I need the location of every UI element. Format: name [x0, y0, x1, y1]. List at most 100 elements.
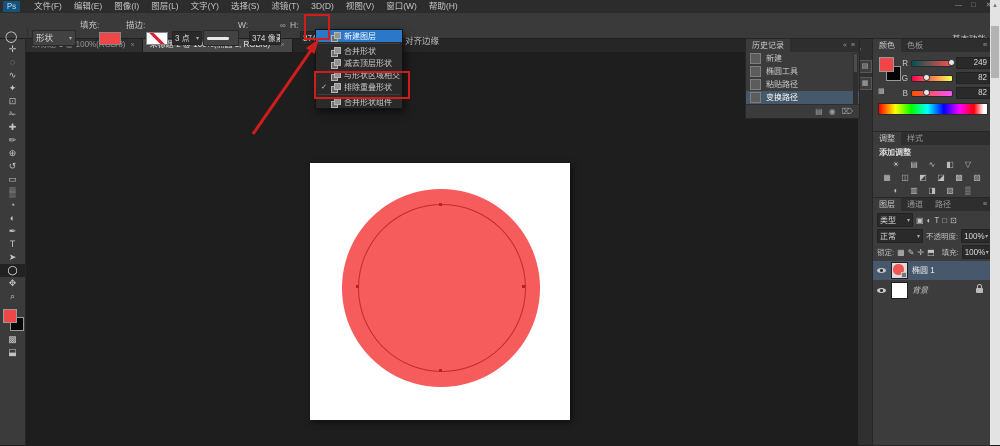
- menu-item-subtract-front-shape[interactable]: 减去顶层形状: [316, 57, 402, 69]
- invert-icon[interactable]: ◐: [890, 185, 903, 196]
- menu-file[interactable]: 文件(F): [28, 0, 68, 13]
- restore-button[interactable]: □: [966, 0, 981, 12]
- menu-filter[interactable]: 滤镜(T): [265, 0, 305, 13]
- tab-styles[interactable]: 样式: [901, 132, 929, 145]
- red-channel-slider[interactable]: [911, 60, 953, 67]
- color-lookup-icon[interactable]: ▨: [971, 172, 984, 183]
- clone-stamp-tool[interactable]: ⊕: [0, 147, 25, 160]
- menu-edit[interactable]: 编辑(E): [68, 0, 108, 13]
- red-channel-value[interactable]: 249: [956, 57, 990, 69]
- gradient-tool[interactable]: ▒: [0, 186, 25, 199]
- visibility-eye-icon[interactable]: [876, 265, 887, 276]
- collapse-panel-icon[interactable]: «: [843, 42, 847, 49]
- tab-adjustments[interactable]: 调整: [873, 132, 901, 145]
- foreground-color-swatch[interactable]: [879, 57, 894, 72]
- smart-object-filter-icon[interactable]: ⊡: [950, 216, 957, 225]
- dodge-tool[interactable]: ◐: [0, 212, 25, 225]
- layer-thumbnail[interactable]: [891, 262, 908, 279]
- path-anchor-left[interactable]: [356, 285, 359, 288]
- stroke-color-swatch[interactable]: [146, 32, 168, 45]
- blend-mode-dropdown[interactable]: 正常 ▾: [877, 229, 923, 243]
- opacity-field[interactable]: 100% ▾: [961, 229, 991, 243]
- path-anchor-bottom[interactable]: [439, 369, 442, 372]
- close-icon[interactable]: ×: [130, 42, 134, 49]
- new-snapshot-icon[interactable]: ◉: [829, 107, 836, 116]
- stroke-width-field[interactable]: 3 点 ▾: [172, 31, 202, 45]
- zoom-tool[interactable]: ⌕: [0, 290, 25, 303]
- quick-mask-button[interactable]: ▩: [0, 333, 25, 346]
- layer-row-background[interactable]: 背景: [873, 281, 991, 300]
- channel-mixer-icon[interactable]: ▩: [953, 172, 966, 183]
- tool-mode-dropdown[interactable]: 形状 ▾: [32, 30, 76, 46]
- stroke-style-dropdown[interactable]: [203, 30, 239, 46]
- history-tab[interactable]: 历史记录: [746, 39, 790, 52]
- history-state-paste-path[interactable]: 粘贴路径: [746, 78, 859, 91]
- path-anchor-right[interactable]: [522, 285, 525, 288]
- quick-selection-tool[interactable]: ✦: [0, 82, 25, 95]
- posterize-icon[interactable]: ▥: [908, 185, 921, 196]
- path-selection-tool[interactable]: ➤: [0, 251, 25, 264]
- tab-swatches[interactable]: 色板: [901, 39, 929, 52]
- blur-tool[interactable]: ◔: [0, 199, 25, 212]
- blue-channel-slider[interactable]: [911, 90, 953, 97]
- panel-menu-icon[interactable]: ≡: [983, 42, 987, 49]
- menu-3d[interactable]: 3D(D): [305, 0, 340, 13]
- move-tool[interactable]: ✛: [0, 43, 25, 56]
- page-scrollbar[interactable]: ▲: [990, 0, 1000, 445]
- menu-window[interactable]: 窗口(W): [380, 0, 423, 13]
- menu-item-merge-shape-components[interactable]: 合并形状组件: [316, 96, 402, 108]
- green-channel-slider[interactable]: [911, 75, 953, 82]
- healing-brush-tool[interactable]: ✚: [0, 121, 25, 134]
- gradient-map-icon[interactable]: ▒: [962, 185, 975, 196]
- panel-menu-icon[interactable]: ≡: [851, 42, 855, 49]
- brush-tool[interactable]: ✏: [0, 134, 25, 147]
- selective-color-icon[interactable]: ▧: [944, 185, 957, 196]
- menu-image[interactable]: 图像(I): [108, 0, 145, 13]
- history-state-ellipse-tool[interactable]: 椭圆工具: [746, 65, 859, 78]
- path-anchor-top[interactable]: [439, 203, 442, 206]
- menu-view[interactable]: 视图(V): [340, 0, 380, 13]
- layer-name[interactable]: 背景: [912, 285, 928, 296]
- lock-pixels-icon[interactable]: ✎: [908, 248, 915, 257]
- visibility-eye-icon[interactable]: [876, 285, 887, 296]
- history-brush-tool[interactable]: ↺: [0, 160, 25, 173]
- ellipse-tool[interactable]: ◯: [0, 264, 25, 277]
- menu-item-new-layer[interactable]: 新建图层: [316, 30, 402, 42]
- link-wh-icon[interactable]: ∞: [280, 13, 286, 38]
- new-doc-from-state-icon[interactable]: ▤: [815, 107, 823, 116]
- adjustment-layer-filter-icon[interactable]: ◐: [927, 216, 932, 225]
- eyedropper-tool[interactable]: ✁: [0, 108, 25, 121]
- layer-name[interactable]: 椭圆 1: [912, 265, 935, 276]
- black-white-icon[interactable]: ◩: [917, 172, 930, 183]
- tab-color[interactable]: 颜色: [873, 39, 901, 52]
- levels-icon[interactable]: ▤: [908, 159, 921, 170]
- exposure-icon[interactable]: ◧: [944, 159, 957, 170]
- menu-type[interactable]: 文字(Y): [185, 0, 225, 13]
- fill-field[interactable]: 100% ▾: [962, 245, 992, 259]
- type-tool[interactable]: T: [0, 238, 25, 251]
- history-scrollbar[interactable]: [853, 53, 858, 105]
- screen-mode-button[interactable]: ⬓: [0, 346, 25, 359]
- eraser-tool[interactable]: ▭: [0, 173, 25, 186]
- close-icon[interactable]: ×: [281, 42, 285, 49]
- lasso-tool[interactable]: ∿: [0, 69, 25, 82]
- hue-saturation-icon[interactable]: ▦: [881, 172, 894, 183]
- layer-thumbnail[interactable]: [891, 282, 908, 299]
- green-channel-value[interactable]: 82: [956, 72, 990, 84]
- lock-transparency-icon[interactable]: ▦: [897, 248, 905, 257]
- scroll-up-icon[interactable]: ▲: [990, 0, 1000, 12]
- menu-item-unite-shapes[interactable]: 合并形状: [316, 45, 402, 57]
- color-balance-icon[interactable]: ◫: [899, 172, 912, 183]
- collapsed-panel-icon-2[interactable]: ▦: [859, 77, 872, 90]
- tab-layers[interactable]: 图层: [873, 198, 901, 211]
- threshold-icon[interactable]: ◨: [926, 185, 939, 196]
- layer-row-ellipse-1[interactable]: 椭圆 1: [873, 261, 991, 280]
- color-spectrum-bar[interactable]: [878, 103, 988, 115]
- foreground-color-swatch[interactable]: [3, 309, 17, 323]
- menu-layer[interactable]: 图层(L): [145, 0, 184, 13]
- pixel-layer-filter-icon[interactable]: ▣: [916, 216, 924, 225]
- blue-channel-value[interactable]: 82: [956, 87, 990, 99]
- default-colors-icon[interactable]: ▩: [878, 87, 885, 95]
- inner-circle-path[interactable]: [358, 204, 526, 372]
- tab-channels[interactable]: 通道: [901, 198, 929, 211]
